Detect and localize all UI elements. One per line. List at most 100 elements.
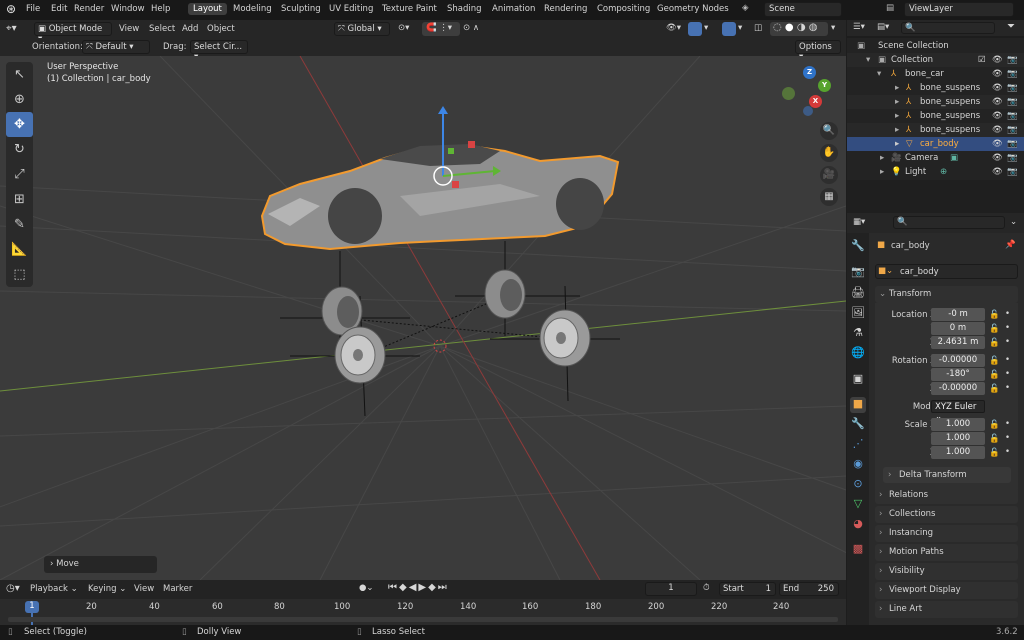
view-layer-tab-icon[interactable]: 🖼 [850,306,866,322]
add-cube-tool-icon[interactable]: ⬚ [6,262,33,287]
chevron-right-icon[interactable]: ▸ [880,167,884,177]
outliner-row[interactable]: ▸ 💡 Light ⊕ 👁 📷 [847,165,1024,179]
lock-icon[interactable]: 🔓 [989,384,1000,394]
camera-render-icon[interactable]: 📷 [1007,153,1018,163]
outliner-search-input[interactable]: 🔍 [901,22,995,34]
collection-tab-icon[interactable]: ▣ [850,372,866,388]
line-art-panel[interactable]: › Line Art [875,601,1018,618]
chevron-right-icon[interactable]: ▸ [895,139,899,149]
outliner-display-mode-icon[interactable]: ▤▾ [877,22,889,32]
object-browse-icon[interactable]: ■⌄ [878,266,893,276]
editor-type-icon[interactable]: ⌖▾ [6,23,17,34]
camera-render-icon[interactable]: 📷 [1007,97,1018,107]
camera-render-icon[interactable]: 📷 [1007,83,1018,93]
rotation-y-field[interactable]: -180° [931,368,985,381]
viewport-menu-add[interactable]: Add [182,24,198,34]
outliner-row[interactable]: ▸ ⅄ bone_suspens 👁 📷 [847,109,1024,123]
modifier-tab-icon[interactable]: 🔧 [850,417,866,433]
outliner-row[interactable]: ▸ ⅄ bone_suspens 👁 📷 [847,81,1024,95]
properties-search-input[interactable]: 🔍 [893,216,1005,229]
gizmo-dropdown-icon[interactable]: ▾ [704,23,708,33]
keying-menu[interactable]: Keying ⌄ [88,584,126,594]
keyframe-dot-icon[interactable]: • [1005,323,1010,333]
xray-icon[interactable]: ◫ [754,23,762,33]
eye-icon[interactable]: 👁 [992,97,1003,107]
keyframe-dot-icon[interactable]: • [1005,419,1010,429]
eye-icon[interactable]: 👁 [992,139,1003,149]
location-x-field[interactable]: -0 m [931,308,985,321]
eye-icon[interactable]: 👁 [992,125,1003,135]
keyframe-dot-icon[interactable]: • [1005,383,1010,393]
mode-dropdown[interactable]: ▣ Object Mode ▾ [34,22,112,44]
tab-modeling[interactable]: Modeling [228,3,277,15]
end-frame-field[interactable]: End 250 [779,582,839,596]
collections-panel[interactable]: › Collections [875,506,1018,523]
outliner-row[interactable]: ▾ ⅄ bone_car 👁 📷 [847,67,1024,81]
playhead[interactable]: 1 [25,601,39,613]
camera-data-icon[interactable]: ▣ [950,153,958,163]
delta-transform-subpanel[interactable]: › Delta Transform [883,467,1011,483]
proportional-edit-icon[interactable]: ⊙ ∧ [463,23,479,33]
start-frame-field[interactable]: Start 1 [719,582,776,596]
light-data-icon[interactable]: ⊕ [940,167,947,177]
chevron-right-icon[interactable]: ▸ [880,153,884,163]
scale-z-field[interactable]: 1.000 [931,446,985,459]
eye-icon[interactable]: 👁 [992,167,1003,177]
rotate-tool-icon[interactable]: ↻ [6,137,33,162]
gizmo-neg-z-axis[interactable] [803,106,813,116]
scene-field[interactable]: Scene [764,2,842,17]
object-tab-icon[interactable]: ■ [850,397,866,413]
timeline-scrollbar[interactable] [8,617,838,622]
tab-sculpting[interactable]: Sculpting [276,3,326,15]
timeline-track[interactable]: 1 20 40 60 80 100 120 140 160 180 200 22… [0,599,846,625]
chevron-right-icon[interactable]: ▸ [895,125,899,135]
lock-icon[interactable]: 🔓 [989,338,1000,348]
data-tab-icon[interactable]: ▽ [850,497,866,513]
eye-icon[interactable]: 👁 [992,153,1003,163]
relations-panel[interactable]: › Relations [875,487,1018,504]
outliner-row[interactable]: ▸ 🎥 Camera ▣ 👁 📷 [847,151,1024,165]
orientation-dropdown[interactable]: ⤧ Default ▾ [82,40,150,54]
motion-paths-panel[interactable]: › Motion Paths [875,544,1018,561]
record-icon[interactable]: ●⌄ [359,583,374,593]
current-frame-field[interactable]: 1 [645,582,697,596]
output-tab-icon[interactable]: 🖨 [850,286,866,302]
playback-menu[interactable]: Playback ⌄ [30,584,78,594]
gizmo-z-axis[interactable]: Z [803,66,816,79]
lock-icon[interactable]: 🔓 [989,370,1000,380]
last-operator-panel[interactable]: › Move [44,556,157,573]
shading-dropdown-icon[interactable]: ▾ [831,23,835,33]
menu-edit[interactable]: Edit [51,4,67,14]
camera-view-icon[interactable]: 🎥 [820,166,838,184]
world-tab-icon[interactable]: 🌐 [850,346,866,362]
playback-controls[interactable]: ⏮◆◀▶◆⏭ [388,582,449,593]
viewport-display-panel[interactable]: › Viewport Display [875,582,1018,599]
viewport-menu-object[interactable]: Object [207,24,235,34]
lock-icon[interactable]: 🔓 [989,434,1000,444]
tab-compositing[interactable]: Compositing [592,3,655,15]
camera-render-icon[interactable]: 📷 [1007,55,1018,65]
camera-render-icon[interactable]: 📷 [1007,167,1018,177]
keyframe-dot-icon[interactable]: • [1005,447,1010,457]
scale-y-field[interactable]: 1.000 [931,432,985,445]
chevron-down-icon[interactable]: ▾ [866,55,870,65]
pivot-icon[interactable]: ⊙▾ [398,23,409,33]
tab-shading[interactable]: Shading [442,3,487,15]
eye-icon[interactable]: 👁 [992,55,1003,65]
3d-viewport[interactable]: User Perspective (1) Collection | car_bo… [0,56,846,580]
transform-tool-icon[interactable]: ⊞ [6,187,33,212]
zoom-icon[interactable]: 🔍 [820,122,838,140]
annotate-tool-icon[interactable]: ✎ [6,212,33,237]
lock-icon[interactable]: 🔓 [989,310,1000,320]
visibility-icon[interactable]: 👁▾ [666,23,681,33]
outliner-row[interactable]: ▸ ⅄ bone_suspens 👁 📷 [847,123,1024,137]
physics-tab-icon[interactable]: ◉ [850,457,866,473]
menu-help[interactable]: Help [151,4,170,14]
gizmo-neg-y-axis[interactable] [782,87,795,100]
properties-editor-icon[interactable]: ▦▾ [853,217,865,227]
outliner-row[interactable]: ▸ ⅄ bone_suspens 👁 📷 [847,95,1024,109]
lock-icon[interactable]: 🔓 [989,420,1000,430]
menu-file[interactable]: File [26,4,40,14]
texture-tab-icon[interactable]: ▩ [850,542,866,558]
keyframe-dot-icon[interactable]: • [1005,433,1010,443]
